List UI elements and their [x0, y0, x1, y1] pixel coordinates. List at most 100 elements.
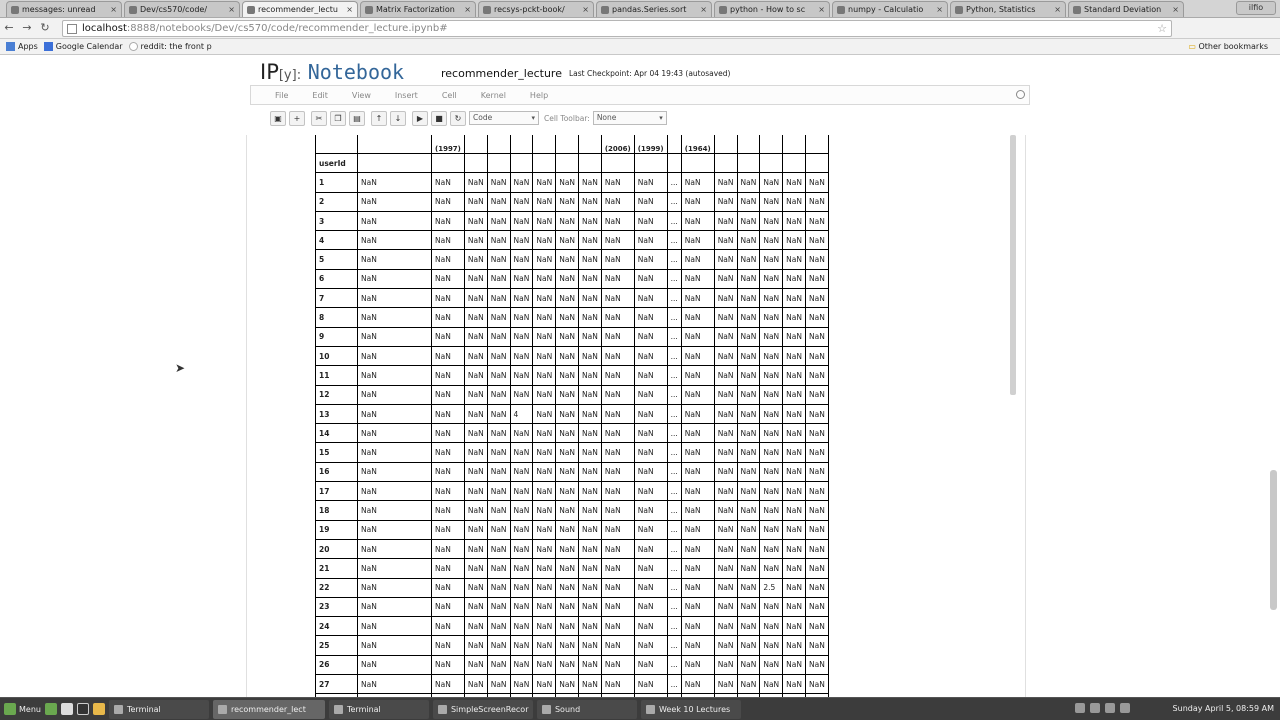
interrupt-icon[interactable]: ■ [431, 110, 447, 126]
tab-close-icon[interactable]: × [228, 5, 235, 14]
tab-close-icon[interactable]: × [110, 5, 117, 14]
empty-cell [555, 152, 580, 174]
taskbar-window-button[interactable]: SimpleScreenRecor [432, 699, 533, 719]
tab-close-icon[interactable]: × [582, 5, 589, 14]
bluetooth-icon[interactable] [1120, 703, 1130, 713]
move-down-icon[interactable]: ↓ [390, 110, 406, 126]
cut-icon[interactable]: ✂ [311, 110, 327, 126]
table-cell: NaN [532, 384, 557, 405]
table-cell: NaN [357, 538, 432, 560]
window-profile-badge[interactable]: ilfio [1236, 1, 1276, 15]
taskbar-window-button[interactable]: Terminal [328, 699, 429, 719]
page-scrollbar[interactable] [1270, 470, 1277, 610]
copy-icon[interactable]: ❐ [330, 110, 346, 126]
bookmark-reddit[interactable]: reddit: the front p [128, 42, 212, 51]
taskbar-window-button[interactable]: recommender_lect [212, 699, 325, 719]
tab-close-icon[interactable]: × [346, 5, 353, 14]
table-cell: NaN [633, 500, 668, 521]
paste-icon[interactable]: ▤ [349, 110, 365, 126]
restart-icon[interactable]: ↻ [450, 110, 466, 126]
tab-favicon-icon [837, 5, 845, 14]
terminal-icon[interactable] [76, 703, 89, 715]
browser-tab[interactable]: Standard Deviation × [1068, 1, 1184, 17]
browser-tab[interactable]: messages: unread × [6, 1, 122, 17]
volume-icon[interactable] [1090, 703, 1100, 713]
table-cell: NaN [713, 635, 738, 656]
tab-close-icon[interactable]: × [936, 5, 943, 14]
empty-cell [431, 152, 465, 174]
bookmark-apps[interactable]: Apps [6, 42, 38, 51]
table-cell: NaN [759, 538, 784, 560]
menu-kernel[interactable]: Kernel [481, 91, 506, 100]
cell-type-select[interactable]: Code [469, 111, 539, 125]
menu-view[interactable]: View [352, 91, 371, 100]
cell-toolbar-select[interactable]: None [592, 111, 667, 125]
browser-tab[interactable]: python - How to sc × [714, 1, 830, 17]
bookmark-google-calendar[interactable]: Google Calendar [43, 42, 123, 51]
row-index: 21 [315, 558, 358, 579]
tab-favicon-icon [11, 5, 19, 14]
notebook-header: IP[y]: Notebook recommender_lecture Last… [0, 55, 1280, 135]
notebook-name[interactable]: recommender_lecture [441, 67, 562, 80]
forward-icon[interactable]: → [18, 19, 36, 37]
browser-tab[interactable]: pandas.Series.sort × [596, 1, 712, 17]
table-cell: NaN [357, 249, 432, 270]
add-cell-icon[interactable]: + [289, 110, 305, 126]
tab-close-icon[interactable]: × [464, 5, 471, 14]
move-up-icon[interactable]: ↑ [371, 110, 387, 126]
table-cell: NaN [555, 519, 580, 540]
menu-help[interactable]: Help [530, 91, 548, 100]
save-icon[interactable]: ▣ [270, 110, 286, 126]
tab-close-icon[interactable]: × [1172, 5, 1179, 14]
bookmark-star-icon[interactable]: ☆ [1157, 22, 1167, 35]
tab-close-icon[interactable]: × [1054, 5, 1061, 14]
row-index: 12 [315, 384, 358, 405]
other-bookmarks[interactable]: ▭ Other bookmarks [1188, 42, 1268, 51]
clock[interactable]: Sunday April 5, 08:59 AM [1173, 704, 1274, 713]
empty-cell [600, 152, 635, 174]
table-cell: NaN [805, 288, 829, 309]
table-cell: NaN [555, 249, 580, 270]
browser-tab[interactable]: Dev/cs570/code/ × [124, 1, 240, 17]
ellipsis-cell: ... [666, 635, 682, 656]
reload-icon[interactable]: ↻ [36, 19, 54, 37]
menu-insert[interactable]: Insert [395, 91, 418, 100]
table-cell: NaN [805, 268, 829, 290]
tab-close-icon[interactable]: × [818, 5, 825, 14]
ellipsis-cell: ... [666, 654, 682, 676]
task-list: Terminal recommender_lect Terminal SimpleSc… [105, 699, 741, 719]
browser-tab[interactable]: Python, Statistics × [950, 1, 1066, 17]
table-cell: NaN [357, 577, 432, 598]
address-bar[interactable]: localhost:8888/notebooks/Dev/cs570/code/… [62, 20, 1172, 37]
taskbar-window-button[interactable]: Week 10 Lectures [640, 699, 741, 719]
menu-cell[interactable]: Cell [442, 91, 457, 100]
browser-tab[interactable]: Matrix Factorization × [360, 1, 476, 17]
tab-close-icon[interactable]: × [700, 5, 707, 14]
column-header [555, 135, 580, 154]
battery-icon[interactable] [1105, 703, 1115, 713]
back-icon[interactable]: ← [0, 19, 18, 37]
show-desktop-icon[interactable] [44, 703, 57, 715]
run-icon[interactable]: ▶ [412, 110, 428, 126]
taskbar-window-button[interactable]: Terminal [108, 699, 209, 719]
taskbar-window-button[interactable]: Sound [536, 699, 637, 719]
table-cell: NaN [463, 442, 488, 463]
browser-tab[interactable]: recommender_lectu × [242, 1, 358, 17]
ipython-logo[interactable]: IP[y]: Notebook [260, 60, 404, 84]
table-cell: NaN [600, 461, 635, 483]
browser-tab[interactable]: numpy - Calculatio × [832, 1, 948, 17]
ellipsis-cell: ... [666, 249, 682, 270]
files-icon[interactable] [60, 703, 73, 715]
menu-file[interactable]: File [275, 91, 288, 100]
start-menu-button[interactable]: Menu [4, 703, 41, 715]
folder-icon[interactable] [92, 703, 105, 715]
browser-tab[interactable]: recsys-pckt-book/ × [478, 1, 594, 17]
output-scrollbar[interactable] [1010, 135, 1016, 395]
table-cell: NaN [805, 596, 829, 618]
table-cell: NaN [509, 384, 534, 405]
menu-edit[interactable]: Edit [312, 91, 328, 100]
ellipsis-cell: ... [666, 230, 682, 251]
network-icon[interactable] [1075, 703, 1085, 713]
table-cell: NaN [633, 365, 668, 386]
table-cell: NaN [486, 674, 511, 695]
